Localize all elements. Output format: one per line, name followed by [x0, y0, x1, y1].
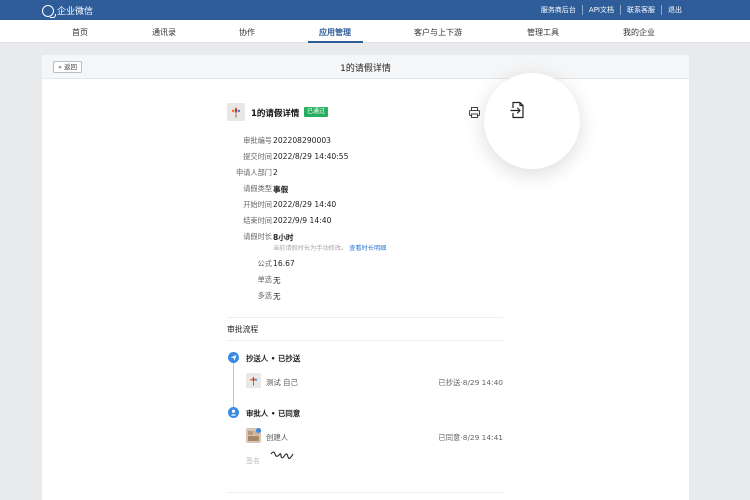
field-approval-number: 审批编号 202208290003	[227, 136, 503, 146]
field-label: 结束时间	[243, 216, 272, 225]
field-value: 2022/9/9 14:40	[273, 216, 332, 225]
process-section-title: 审批流程	[227, 325, 259, 334]
step-approver-label: 审批人 • 已同意	[246, 409, 301, 418]
link-contact-support[interactable]: 联系客服	[621, 5, 662, 15]
divider	[227, 317, 503, 318]
field-label: 开始时间	[243, 200, 272, 209]
nav-my-company[interactable]: 我的企业	[623, 27, 655, 38]
step-cc-label: 抄送人 • 已抄送	[246, 354, 301, 363]
approver-name: 创建人	[266, 433, 289, 442]
field-multi-choice: 多选 无	[227, 291, 503, 301]
brand-name: 企业微信	[57, 7, 94, 17]
link-logout[interactable]: 退出	[662, 5, 688, 15]
field-single-choice: 单选 无	[227, 275, 503, 285]
link-provider-console[interactable]: 服务商后台	[535, 5, 583, 15]
share-bubble	[484, 73, 580, 169]
field-label: 审批编号	[243, 136, 272, 145]
top-bar: 企业微信 服务商后台 API文档 联系客服 退出	[0, 0, 750, 20]
field-start-time: 开始时间 2022/8/29 14:40	[227, 200, 503, 210]
field-label: 请假时长	[243, 232, 272, 241]
approver-avatar	[246, 428, 261, 443]
link-api-docs[interactable]: API文档	[583, 5, 621, 15]
main-nav: 首页 通讯录 协作 应用管理 客户与上下游 管理工具 我的企业	[0, 20, 750, 43]
field-value: 无	[273, 276, 281, 285]
page-title: 1的请假详情	[340, 64, 391, 74]
field-value: 2022/8/29 14:40:55	[273, 152, 349, 161]
nav-collaboration[interactable]: 协作	[239, 27, 255, 38]
field-value: 事假	[273, 185, 289, 194]
field-value: 无	[273, 292, 281, 301]
status-badge: 已通过	[304, 107, 329, 117]
divider	[227, 492, 503, 493]
field-value: 202208290003	[273, 136, 331, 145]
send-icon	[228, 352, 239, 363]
field-label: 单选	[257, 275, 272, 284]
field-label: 请假类型	[243, 184, 272, 193]
signature-label: 签名	[246, 457, 260, 465]
applicant-avatar	[227, 103, 245, 121]
field-value: 16.67	[273, 259, 295, 268]
nav-active-indicator	[308, 41, 363, 43]
share-icon[interactable]	[509, 101, 526, 119]
field-department: 申请人部门 2	[227, 168, 503, 178]
user-icon	[228, 407, 239, 418]
field-value: 2022/8/29 14:40	[273, 200, 337, 209]
field-value: 2	[273, 168, 278, 177]
timeline-line	[233, 363, 234, 407]
approver-status: 已同意·8/29 14:41	[438, 433, 503, 442]
field-duration: 请假时长 8小时	[227, 232, 503, 242]
cc-person-name: 测试 自己	[266, 378, 298, 387]
duration-hint-text: 当前请假时长为手动修改。	[273, 245, 348, 252]
field-label: 提交时间	[243, 152, 272, 161]
top-links: 服务商后台 API文档 联系客服 退出	[535, 5, 688, 15]
print-icon[interactable]	[468, 106, 481, 119]
divider	[227, 340, 503, 341]
brand-logo[interactable]: 企业微信	[42, 4, 94, 18]
nav-contacts[interactable]: 通讯录	[152, 27, 176, 38]
wecom-logo-icon	[42, 4, 56, 18]
field-leave-type: 请假类型 事假	[227, 184, 503, 194]
field-label: 多选	[257, 291, 272, 300]
field-value: 8小时	[273, 233, 294, 242]
cc-status: 已抄送·8/29 14:40	[438, 378, 503, 387]
nav-management-tools[interactable]: 管理工具	[527, 27, 559, 38]
nav-customers[interactable]: 客户与上下游	[414, 27, 462, 38]
field-formula: 公式 16.67	[227, 259, 503, 269]
nav-app-management[interactable]: 应用管理	[319, 27, 351, 38]
field-submit-time: 提交时间 2022/8/29 14:40:55	[227, 152, 503, 162]
duration-hint: 当前请假时长为手动修改。 查看时长明细	[273, 243, 386, 252]
field-end-time: 结束时间 2022/9/9 14:40	[227, 216, 503, 226]
cc-person-avatar	[246, 373, 261, 388]
nav-home[interactable]: 首页	[72, 27, 88, 38]
field-label: 申请人部门	[236, 168, 272, 177]
detail-title: 1的请假详情	[251, 109, 300, 119]
field-label: 公式	[257, 259, 272, 268]
signature-image	[270, 449, 294, 463]
view-duration-detail-link[interactable]: 查看时长明细	[349, 245, 386, 252]
panel-header: « 返回 1的请假详情	[42, 55, 689, 79]
